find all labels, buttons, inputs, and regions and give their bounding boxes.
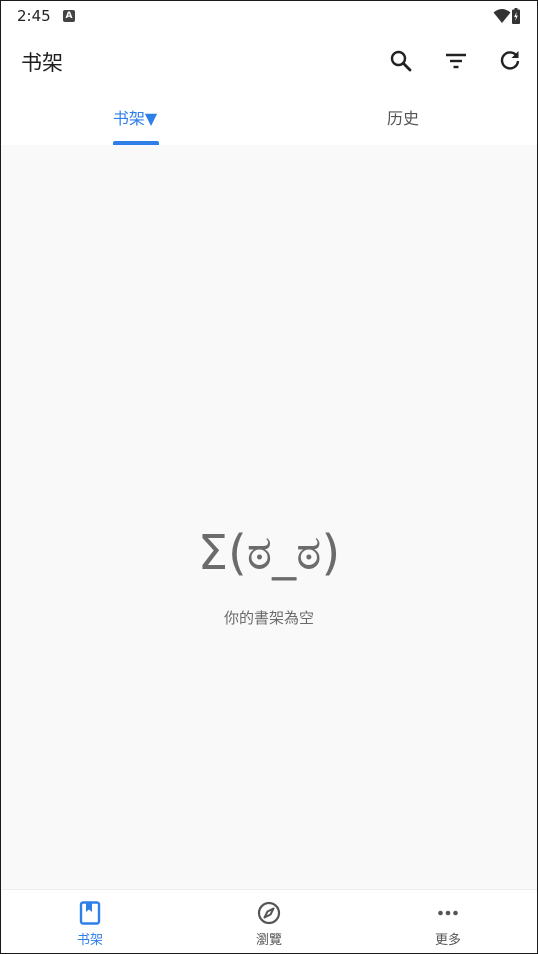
empty-state-emoticon: Σ(ಠ_ಠ) bbox=[197, 525, 341, 581]
refresh-button[interactable] bbox=[496, 47, 524, 75]
refresh-icon bbox=[500, 51, 520, 70]
nav-item-more[interactable]: 更多 bbox=[359, 890, 537, 953]
filter-icon bbox=[446, 53, 466, 69]
nav-item-bookshelf[interactable]: 书架 bbox=[1, 890, 179, 953]
wifi-icon bbox=[493, 8, 511, 24]
nav-label-browse: 瀏覽 bbox=[255, 933, 282, 948]
more-dots-icon bbox=[435, 900, 461, 926]
search-icon bbox=[390, 50, 412, 72]
empty-state-message: 你的書架為空 bbox=[223, 609, 314, 627]
compass-icon bbox=[256, 900, 282, 926]
tab-history[interactable]: 历史 bbox=[269, 89, 537, 145]
battery-charging-icon bbox=[512, 8, 520, 24]
search-button[interactable] bbox=[387, 47, 415, 75]
tab-bookshelf[interactable]: 书架▼ bbox=[1, 89, 269, 145]
status-time: 2:45 bbox=[17, 7, 51, 25]
tab-bar: 书架▼ 历史 bbox=[1, 89, 537, 145]
status-bar: 2:45 A bbox=[1, 1, 537, 33]
app-window: 2:45 A 书架 书架▼ 历史 Σ(ಠ_ಠ) 你的書架為空 书架 瀏覽 更多 bbox=[0, 0, 538, 954]
nav-label-bookshelf: 书架 bbox=[76, 933, 103, 948]
nav-label-more: 更多 bbox=[434, 933, 461, 948]
notification-icon: A bbox=[63, 10, 75, 22]
nav-item-browse[interactable]: 瀏覽 bbox=[180, 890, 358, 953]
bookshelf-content: Σ(ಠ_ಠ) 你的書架為空 bbox=[1, 145, 537, 889]
filter-button[interactable] bbox=[442, 47, 470, 75]
bookmark-book-icon bbox=[77, 900, 103, 926]
page-title: 书架 bbox=[21, 51, 63, 75]
app-bar: 书架 bbox=[1, 33, 537, 89]
bottom-navigation: 书架 瀏覽 更多 bbox=[1, 889, 537, 953]
